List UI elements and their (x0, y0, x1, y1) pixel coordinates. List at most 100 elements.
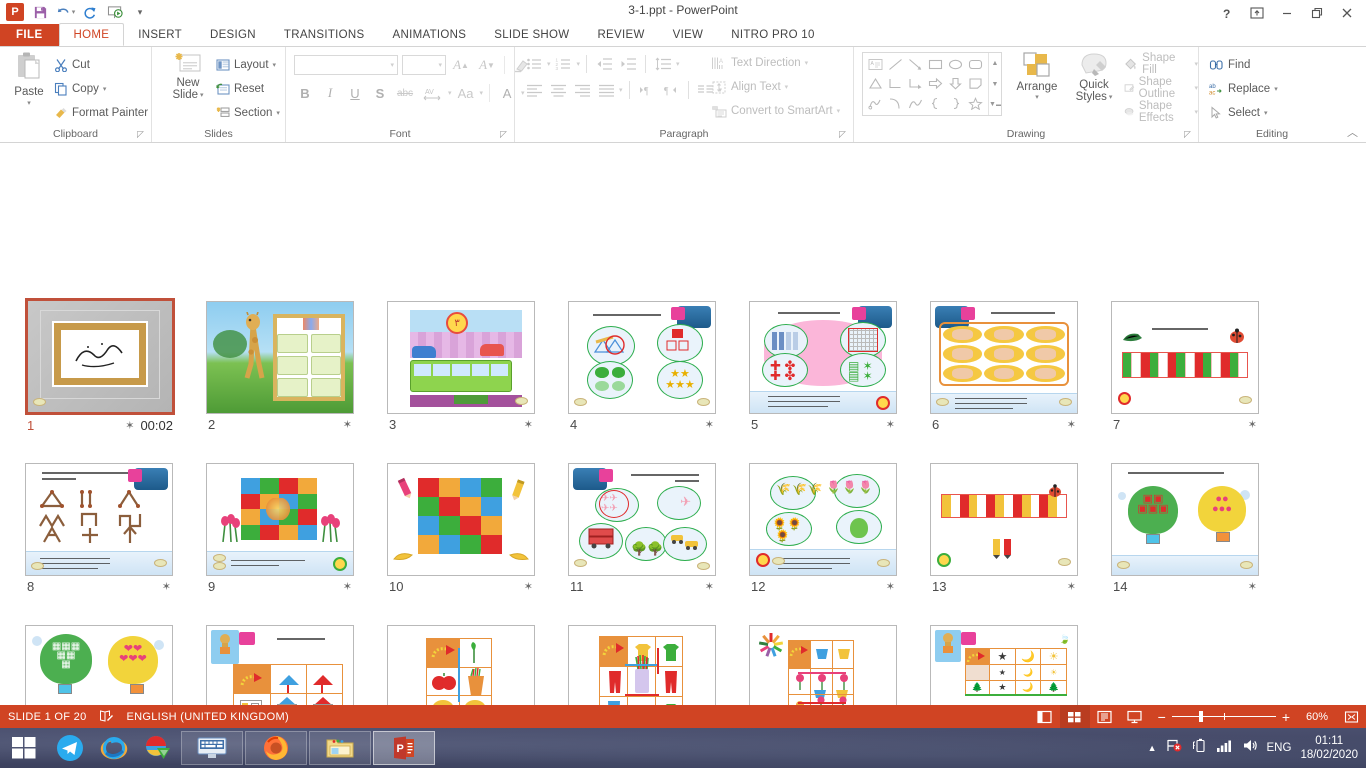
view-controls[interactable]: − + 60% (1030, 705, 1366, 728)
taskbar-start-button[interactable] (0, 728, 48, 768)
shape-left-brace-icon[interactable] (925, 94, 945, 113)
tab-home[interactable]: HOME (59, 23, 125, 46)
shape-triangle-icon[interactable] (865, 74, 885, 93)
slide-transition-star-5[interactable]: ✶ (886, 418, 895, 431)
taskbar[interactable]: P ▲ ENG 01:11 18/02/2020 (0, 728, 1366, 768)
shape-outline-button[interactable]: Shape Outline ▾ (1124, 76, 1198, 100)
shape-star-icon[interactable] (966, 94, 986, 113)
clipboard-dialog-launcher[interactable]: ◸ (137, 129, 147, 139)
normal-view-button[interactable] (1030, 705, 1060, 728)
increase-font-size-icon[interactable]: A▲ (450, 54, 472, 76)
tab-review[interactable]: REVIEW (583, 24, 658, 46)
quick-styles-button[interactable]: Quick Styles ▾ (1067, 51, 1121, 103)
shape-textbox-icon[interactable]: A (865, 55, 885, 74)
battery-icon[interactable] (1192, 738, 1207, 758)
system-tray[interactable]: ▲ ENG 01:11 18/02/2020 (1148, 734, 1366, 762)
zoom-thumb[interactable] (1199, 711, 1203, 722)
cut-button[interactable]: Cut (54, 53, 148, 77)
slide-thumbnail-14[interactable]: ▣▣▣▣▣ ●●●●● 14 ✶ (1111, 463, 1259, 594)
shape-arrow-icon[interactable] (905, 55, 925, 74)
align-left-icon[interactable] (523, 79, 545, 101)
tab-transitions[interactable]: TRANSITIONS (270, 24, 379, 46)
slide-show-button[interactable] (1120, 705, 1150, 728)
slide-transition-star-7[interactable]: ✶ (1248, 418, 1257, 431)
shape-effects-caret[interactable]: ▾ (1194, 108, 1198, 116)
zoom-out-button[interactable]: − (1158, 712, 1166, 722)
zoom-in-button[interactable]: + (1282, 712, 1290, 722)
window-controls[interactable]: ? (1212, 0, 1362, 26)
slide-sorter-pane[interactable]: 1 ✶ 00:02 (0, 143, 1366, 705)
tab-design[interactable]: DESIGN (196, 24, 270, 46)
align-right-icon[interactable] (571, 79, 593, 101)
select-caret[interactable]: ▾ (1264, 109, 1268, 117)
quick-styles-caret[interactable]: ▾ (1109, 93, 1113, 101)
restore-icon[interactable] (1302, 1, 1332, 25)
section-button[interactable]: Section ▾ (216, 101, 280, 125)
paste-dropdown-caret[interactable]: ▾ (27, 99, 31, 107)
align-text-button[interactable]: Align Text ▾ (711, 75, 840, 99)
shape-effects-button[interactable]: Shape Effects ▾ (1124, 100, 1198, 124)
reading-view-button[interactable] (1090, 705, 1120, 728)
copy-button[interactable]: Copy ▾ (54, 77, 148, 101)
slide-thumbnail-1[interactable]: 1 ✶ 00:02 (25, 298, 175, 433)
shape-oval-icon[interactable] (946, 55, 966, 74)
font-dialog-launcher[interactable]: ◸ (500, 129, 510, 139)
slide-thumbnail-2[interactable]: 2 ✶ (206, 301, 354, 432)
taskbar-telegram-icon[interactable] (48, 728, 92, 768)
layout-dropdown-caret[interactable]: ▾ (273, 61, 277, 69)
slide-thumbnail-17[interactable]: 17 ✶ (387, 625, 535, 705)
shape-curve-icon[interactable] (905, 94, 925, 113)
increase-indent-icon[interactable] (617, 53, 639, 75)
shape-folded-corner-icon[interactable] (966, 74, 986, 93)
new-slide-button[interactable]: New Slide ▾ (162, 51, 214, 123)
volume-icon[interactable] (1242, 738, 1258, 758)
shapes-scroll-up-icon[interactable]: ▲ (989, 53, 1001, 74)
strikethrough-button[interactable]: abc (394, 82, 416, 104)
shapes-more-icon[interactable]: ▼▬ (989, 94, 1001, 115)
font-size-combo[interactable]: ▾ (402, 55, 446, 75)
shape-rounded-rectangle-icon[interactable] (966, 55, 986, 74)
zoom-percentage[interactable]: 60% (1298, 711, 1336, 723)
shape-fill-caret[interactable]: ▾ (1194, 60, 1198, 68)
shapes-gallery-scrollbar[interactable]: ▲ ▼ ▼▬ (988, 53, 1001, 115)
shape-line-icon[interactable] (885, 55, 905, 74)
slide-transition-star-8[interactable]: ✶ (162, 580, 171, 593)
taskbar-file-explorer-icon[interactable] (309, 731, 371, 765)
text-direction-caret[interactable]: ▾ (805, 59, 809, 67)
taskbar-keyboard-icon[interactable] (181, 731, 243, 765)
tab-nitro-pro[interactable]: NITRO PRO 10 (717, 24, 828, 46)
slide-thumbnail-12[interactable]: 🌾🌾🌾 🌷🌷🌷 🌻🌻 🌻 12 ✶ (749, 463, 897, 594)
tab-view[interactable]: VIEW (659, 24, 718, 46)
shape-scribble-icon[interactable] (865, 94, 885, 113)
replace-caret[interactable]: ▾ (1274, 85, 1278, 93)
font-name-caret[interactable]: ▾ (390, 61, 394, 69)
slide-thumbnail-7[interactable]: 7 ✶ (1111, 301, 1259, 432)
shape-outline-caret[interactable]: ▾ (1194, 84, 1198, 92)
slide-thumbnail-18[interactable]: 18 ✶ (568, 625, 716, 705)
slide-thumbnail-19[interactable]: 19 ✶ (749, 625, 897, 705)
taskbar-idm-icon[interactable] (136, 728, 180, 768)
slide-thumbnail-3[interactable]: ٣ 3 ✶ (387, 301, 535, 432)
close-icon[interactable] (1332, 1, 1362, 25)
paste-button[interactable]: Paste ▾ (6, 51, 52, 121)
slide-transition-star-12[interactable]: ✶ (886, 580, 895, 593)
slide-thumbnail-6[interactable]: 6 ✶ (930, 301, 1078, 432)
slide-thumbnail-9[interactable]: 9 ✶ (206, 463, 354, 594)
slide-transition-star-14[interactable]: ✶ (1248, 580, 1257, 593)
replace-button[interactable]: abac Replace ▾ (1209, 77, 1278, 101)
slide-thumbnail-13[interactable]: 13 ✶ (930, 463, 1078, 594)
section-dropdown-caret[interactable]: ▾ (276, 109, 280, 117)
convert-to-smartart-button[interactable]: Convert to SmartArt ▾ (711, 99, 840, 123)
shape-down-arrow-icon[interactable] (946, 74, 966, 93)
justify-caret[interactable]: ▾ (619, 86, 623, 94)
tab-animations[interactable]: ANIMATIONS (379, 24, 481, 46)
tray-language-indicator[interactable]: ENG (1267, 742, 1292, 754)
change-case-caret[interactable]: ▾ (480, 89, 484, 97)
fit-slide-to-window-button[interactable] (1336, 705, 1366, 728)
taskbar-powerpoint-icon[interactable]: P (373, 731, 435, 765)
align-center-icon[interactable] (547, 79, 569, 101)
justify-icon[interactable] (595, 79, 617, 101)
tab-insert[interactable]: INSERT (124, 24, 196, 46)
decrease-indent-icon[interactable] (593, 53, 615, 75)
bold-button[interactable]: B (294, 82, 316, 104)
